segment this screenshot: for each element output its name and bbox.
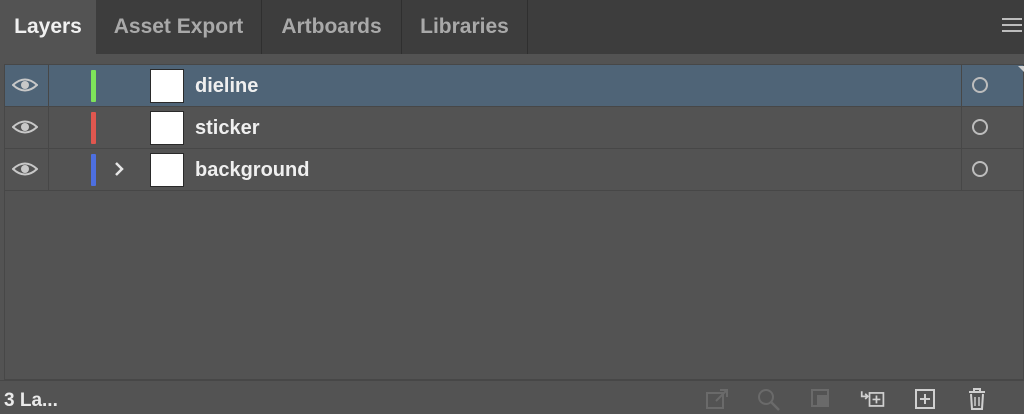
tab-artboards[interactable]: Artboards: [262, 0, 402, 54]
delete-icon[interactable]: [964, 387, 990, 411]
layer-color-swatch: [91, 70, 96, 102]
layer-color-swatch: [91, 112, 96, 144]
column-divider: [961, 65, 962, 106]
column-divider: [48, 65, 49, 106]
column-divider: [48, 107, 49, 148]
layer-color-swatch: [91, 154, 96, 186]
layer-count-label: 3 La...: [4, 390, 58, 411]
tab-libraries[interactable]: Libraries: [402, 0, 528, 54]
panel-tab-bar: Layers Asset Export Artboards Libraries: [0, 0, 1024, 54]
layer-name[interactable]: sticker: [195, 117, 260, 140]
target-circle-icon[interactable]: [972, 119, 988, 135]
layer-row-dieline[interactable]: dieline: [5, 65, 1023, 107]
layer-thumbnail: [150, 153, 184, 187]
target-circle-icon[interactable]: [972, 77, 988, 93]
column-divider: [961, 149, 962, 190]
target-circle-icon[interactable]: [972, 161, 988, 177]
layer-thumbnail: [150, 111, 184, 145]
layer-thumbnail: [150, 69, 184, 103]
create-new-layer-icon[interactable]: [912, 387, 938, 411]
create-sublayer-icon[interactable]: [860, 387, 886, 411]
layer-row-background[interactable]: background: [5, 149, 1023, 191]
layer-row-sticker[interactable]: sticker: [5, 107, 1023, 149]
column-divider: [961, 107, 962, 148]
tab-layers[interactable]: Layers: [0, 0, 96, 54]
tab-asset-export[interactable]: Asset Export: [96, 0, 262, 54]
layers-status-bar: 3 La...: [0, 380, 1024, 414]
hamburger-menu-icon[interactable]: [1002, 18, 1022, 36]
layer-name[interactable]: dieline: [195, 75, 258, 98]
locate-object-icon[interactable]: [756, 387, 782, 411]
make-clipping-mask-icon[interactable]: [808, 387, 834, 411]
expand-chevron-icon[interactable]: [111, 159, 127, 179]
visibility-eye-icon[interactable]: [12, 160, 38, 178]
column-divider: [48, 149, 49, 190]
visibility-eye-icon[interactable]: [12, 76, 38, 94]
collect-for-export-icon[interactable]: [704, 387, 730, 411]
visibility-eye-icon[interactable]: [12, 118, 38, 136]
layers-list: dieline sticker background: [4, 64, 1024, 380]
scroll-indicator-icon[interactable]: [1018, 66, 1024, 72]
layer-name[interactable]: background: [195, 159, 309, 182]
